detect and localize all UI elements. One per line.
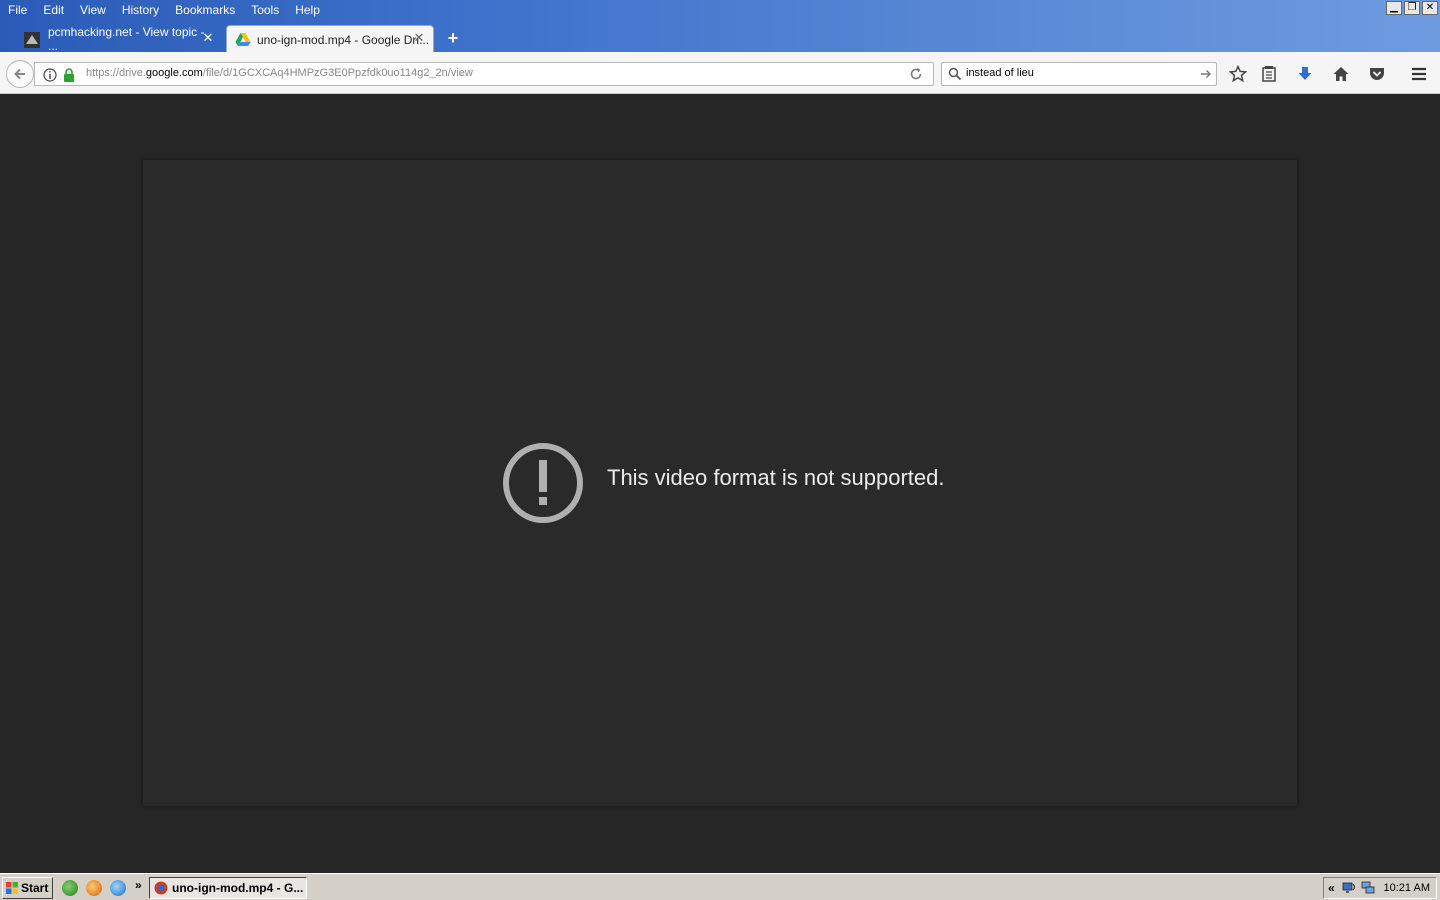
menu-tools[interactable]: Tools bbox=[243, 0, 287, 20]
menu-help[interactable]: Help bbox=[287, 0, 328, 20]
url-path: /file/d/1GCXCAq4HMPzG3E0Ppzfdk0uo114g2_2… bbox=[202, 67, 473, 79]
new-tab-button[interactable]: + bbox=[444, 28, 462, 48]
network-icon[interactable] bbox=[1342, 881, 1358, 898]
info-icon[interactable] bbox=[43, 68, 57, 85]
pocket-icon[interactable] bbox=[1366, 63, 1388, 85]
home-icon[interactable] bbox=[1330, 63, 1352, 85]
clock: 10:21 AM bbox=[1383, 882, 1430, 894]
close-icon[interactable]: ✕ bbox=[1422, 1, 1438, 15]
url-prefix: https://drive. bbox=[86, 67, 146, 79]
exclamation-circle-icon bbox=[502, 442, 584, 524]
menu-edit[interactable]: Edit bbox=[35, 0, 72, 20]
reading-list-icon[interactable] bbox=[1258, 63, 1280, 85]
tab-google-drive[interactable]: uno-ign-mod.mp4 - Google Dri... ✕ bbox=[226, 25, 434, 53]
menu-history[interactable]: History bbox=[114, 0, 167, 20]
minimize-icon[interactable]: ▁ bbox=[1386, 1, 1402, 15]
search-value: instead of lieu bbox=[966, 67, 1034, 79]
reload-icon[interactable] bbox=[909, 67, 923, 84]
windows-logo-icon bbox=[6, 882, 18, 894]
system-tray: « 10:21 AM bbox=[1323, 877, 1437, 899]
pcmhacking-favicon-icon bbox=[24, 32, 40, 48]
network-connection-icon[interactable] bbox=[1360, 881, 1376, 898]
tab-title: uno-ign-mod.mp4 - Google Dri... bbox=[257, 32, 430, 47]
bookmark-star-icon[interactable] bbox=[1227, 63, 1249, 85]
url-text: https://drive.google.com/file/d/1GCXCAq4… bbox=[86, 67, 473, 79]
back-button[interactable] bbox=[6, 60, 34, 88]
url-bar[interactable]: https://drive.google.com/file/d/1GCXCAq4… bbox=[34, 62, 934, 86]
quicklaunch-globe-icon[interactable] bbox=[62, 880, 78, 896]
search-icon bbox=[948, 67, 962, 84]
start-button[interactable]: Start bbox=[2, 877, 53, 899]
hamburger-menu-icon[interactable] bbox=[1408, 63, 1430, 85]
search-go-icon[interactable] bbox=[1200, 68, 1212, 83]
restore-icon[interactable]: ❐ bbox=[1404, 1, 1420, 15]
url-host: google.com bbox=[145, 67, 203, 79]
menu-bookmarks[interactable]: Bookmarks bbox=[167, 0, 243, 20]
start-label: Start bbox=[21, 881, 49, 895]
error-message: This video format is not supported. bbox=[607, 465, 945, 490]
menu-view[interactable]: View bbox=[72, 0, 114, 20]
title-bar: File Edit View History Bookmarks Tools H… bbox=[0, 0, 1440, 53]
taskbar-button-firefox[interactable]: uno-ign-mod.mp4 - G... bbox=[149, 877, 307, 899]
lock-icon[interactable] bbox=[63, 68, 75, 85]
menu-bar: File Edit View History Bookmarks Tools H… bbox=[0, 0, 328, 20]
quicklaunch-firefox-icon[interactable] bbox=[86, 880, 102, 896]
search-input[interactable]: instead of lieu bbox=[941, 62, 1217, 86]
tab-strip: pcmhacking.net - View topic - ... ✕ bbox=[0, 24, 1440, 53]
tab-close-icon[interactable]: ✕ bbox=[200, 31, 216, 47]
nav-bar: https://drive.google.com/file/d/1GCXCAq4… bbox=[0, 52, 1440, 94]
back-arrow-icon bbox=[14, 68, 25, 80]
menu-file[interactable]: File bbox=[0, 0, 35, 20]
tab-title: pcmhacking.net - View topic - ... bbox=[48, 25, 205, 53]
tray-expand-icon[interactable]: « bbox=[1328, 881, 1335, 895]
downloads-icon[interactable] bbox=[1294, 63, 1316, 85]
google-drive-icon bbox=[235, 32, 251, 48]
tab-close-icon[interactable]: ✕ bbox=[411, 31, 427, 47]
task-label: uno-ign-mod.mp4 - G... bbox=[172, 881, 304, 895]
quicklaunch-more-chevron-icon[interactable]: » bbox=[135, 878, 142, 892]
tab-pcmhacking[interactable]: pcmhacking.net - View topic - ... ✕ bbox=[24, 25, 216, 53]
quicklaunch-ie-icon[interactable] bbox=[110, 880, 126, 896]
firefox-icon bbox=[154, 881, 168, 895]
taskbar: Start » uno-ign-mod.mp4 - G... « 10:21 A… bbox=[0, 873, 1440, 900]
window-controls: ▁ ❐ ✕ bbox=[1386, 1, 1438, 15]
video-player: This video format is not supported. bbox=[143, 160, 1297, 806]
